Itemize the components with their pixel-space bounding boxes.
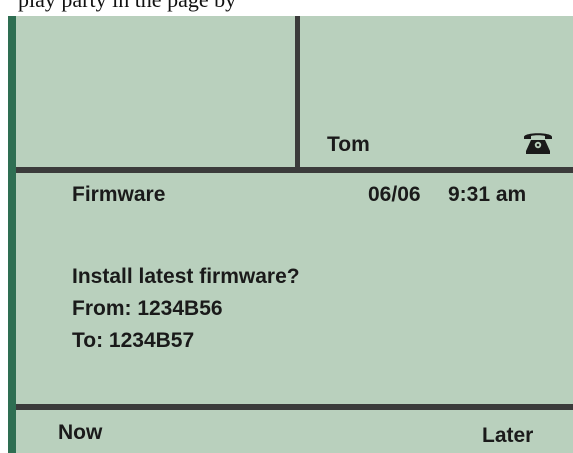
screen-title: Firmware (72, 183, 166, 206)
later-softkey-button[interactable]: Later (482, 424, 533, 448)
top-panel-vertical-divider (295, 16, 300, 167)
partial-caption-text: play party in the page by (0, 0, 573, 16)
firmware-to-version: To: 1234B57 (72, 329, 195, 352)
line-name-label: Tom (327, 133, 370, 156)
caption-text: play party in the page by (18, 0, 236, 13)
header-divider (16, 167, 573, 173)
firmware-from-version: From: 1234B56 (72, 297, 223, 320)
phone-display-screen: Tom Firmware 06/06 9:31 am Install lates… (8, 16, 573, 453)
time-display: 9:31 am (448, 183, 527, 206)
now-softkey-button[interactable]: Now (58, 421, 102, 445)
softkey-divider (16, 404, 573, 410)
telephone-icon (524, 133, 552, 154)
display-bezel-edge (8, 16, 16, 453)
date-display: 06/06 (368, 183, 421, 206)
firmware-prompt-text: Install latest firmware? (72, 265, 300, 288)
